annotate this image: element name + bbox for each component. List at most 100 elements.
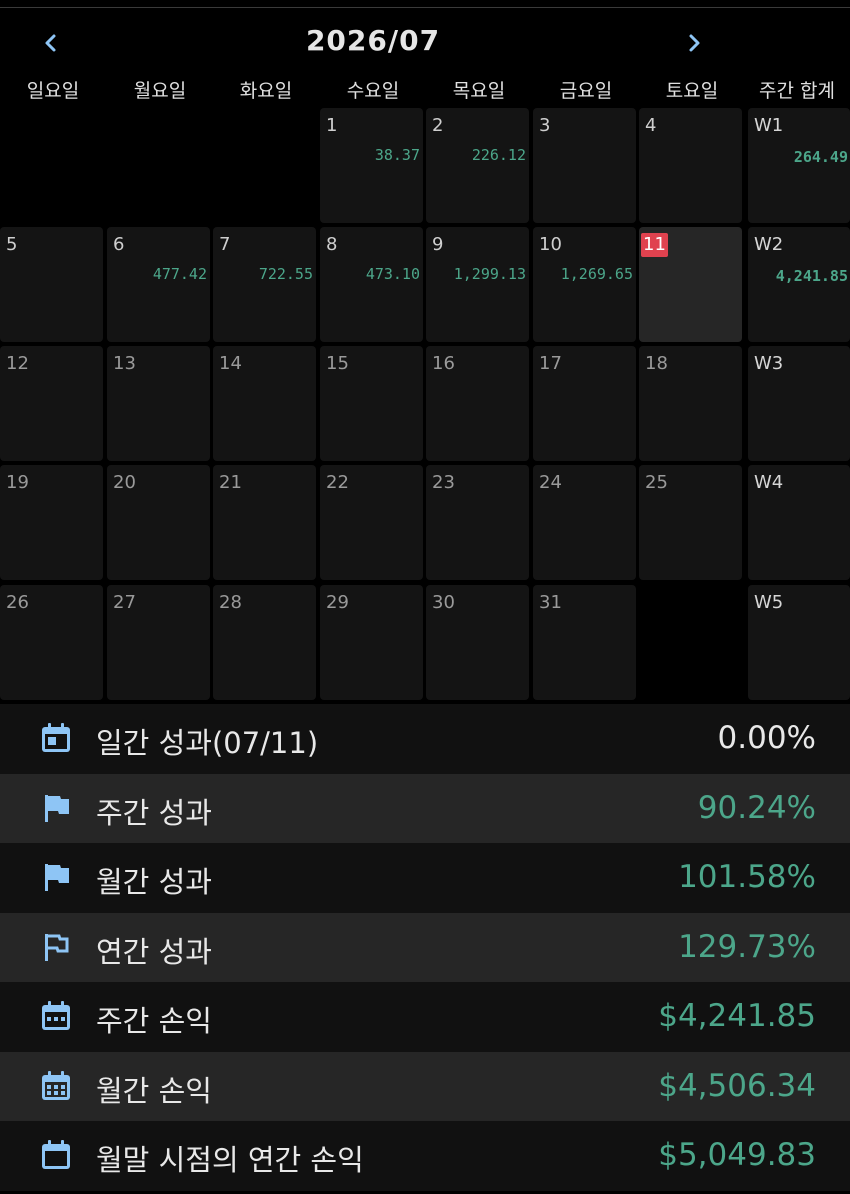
stat-row: 주간 손익 $4,241.85 [0, 982, 850, 1052]
day-number: 14 [219, 353, 242, 374]
day-cell[interactable]: 14 [213, 346, 316, 461]
week-label: W4 [754, 472, 784, 493]
stat-row: 월간 성과 101.58% [0, 843, 850, 913]
weekday-label: 일요일 [26, 80, 80, 102]
day-cell[interactable]: 30 [426, 585, 529, 700]
stat-value: 0.00% [717, 720, 816, 756]
stat-label: 주간 성과 [96, 795, 212, 830]
day-cell[interactable]: 28 [213, 585, 316, 700]
day-pnl: 226.12 [471, 146, 526, 164]
stat-row: 주간 성과 90.24% [0, 773, 850, 843]
stat-label: 연간 성과 [96, 934, 212, 969]
calendar-header: 2026/07 [0, 10, 850, 72]
day-cell[interactable]: 24 [533, 465, 636, 580]
day-number: 23 [432, 472, 455, 493]
day-cell[interactable]: 21 [213, 465, 316, 580]
calendar-month-icon [38, 1068, 74, 1104]
day-cell[interactable]: 2 226.12 [426, 108, 529, 223]
day-cell[interactable]: 8 473.10 [320, 227, 423, 342]
day-number: 25 [645, 472, 668, 493]
day-cell[interactable]: 23 [426, 465, 529, 580]
day-cell[interactable]: 17 [533, 346, 636, 461]
day-number: 19 [6, 472, 29, 493]
stat-label: 일간 성과(07/11) [96, 726, 319, 760]
day-cell[interactable]: 6 477.42 [107, 227, 210, 342]
today-badge: 11 [641, 233, 668, 257]
stat-value: 90.24% [697, 789, 816, 826]
day-cell[interactable]: 4 [639, 108, 742, 223]
week-total-cell[interactable]: W2 4,241.85 [748, 227, 850, 342]
day-cell[interactable]: 19 [0, 465, 103, 580]
next-month-button[interactable] [679, 28, 709, 58]
day-number: 22 [326, 472, 349, 493]
performance-summary: 일간 성과(07/11) 0.00% 주간 성과 90.24% 월간 성과 101.58%… [0, 704, 850, 1191]
week-label: W2 [754, 234, 784, 255]
weekday-label: 목요일 [452, 80, 506, 102]
day-number: 13 [113, 353, 136, 374]
empty-day-cell [107, 108, 210, 223]
day-pnl: 722.55 [258, 265, 313, 283]
day-number: 21 [219, 472, 242, 493]
day-number: 24 [539, 472, 562, 493]
day-pnl: 1,299.13 [453, 265, 526, 283]
day-cell[interactable]: 3 [533, 108, 636, 223]
calendar-week-icon [38, 998, 74, 1034]
day-number: 27 [113, 592, 136, 613]
day-cell[interactable]: 29 [320, 585, 423, 700]
day-cell[interactable]: 15 [320, 346, 423, 461]
day-number: 18 [645, 353, 668, 374]
day-number: 7 [219, 234, 231, 255]
day-cell[interactable]: 5 [0, 227, 103, 342]
week-total-cell[interactable]: W5 [748, 585, 850, 700]
day-cell[interactable]: 27 [107, 585, 210, 700]
week-total-cell[interactable]: W3 [748, 346, 850, 461]
flag-filled-icon [38, 859, 74, 895]
day-number: 15 [326, 353, 349, 374]
stat-label: 주간 손익 [96, 1004, 212, 1038]
day-cell[interactable]: 12 [0, 346, 103, 461]
day-cell[interactable]: 16 [426, 346, 529, 461]
day-cell[interactable]: 7 722.55 [213, 227, 316, 342]
day-cell[interactable]: 25 [639, 465, 742, 580]
day-cell[interactable]: 20 [107, 465, 210, 580]
stat-label: 월간 손익 [96, 1073, 212, 1108]
day-number: 6 [113, 234, 125, 255]
day-cell[interactable]: 9 1,299.13 [426, 227, 529, 342]
day-number: 30 [432, 592, 455, 613]
day-pnl: 473.10 [365, 265, 420, 283]
day-number: 8 [326, 234, 338, 255]
stat-row: 연간 성과 129.73% [0, 912, 850, 982]
day-number: 3 [539, 115, 551, 136]
day-cell[interactable]: 1 38.37 [320, 108, 423, 223]
weekday-label: 토요일 [665, 80, 719, 102]
day-cell[interactable]: 13 [107, 346, 210, 461]
day-cell[interactable]: 10 1,269.65 [533, 227, 636, 342]
week-total-value: 264.49 [793, 148, 848, 166]
day-cell[interactable]: 18 [639, 346, 742, 461]
empty-day-cell [213, 108, 316, 223]
week-total-cell[interactable]: W1 264.49 [748, 108, 850, 223]
weekday-weekly-total: 주간 합계 [759, 80, 835, 102]
day-number: 26 [6, 592, 29, 613]
calendar-today-icon [38, 720, 74, 756]
empty-day-cell [639, 585, 742, 700]
stat-value: 129.73% [678, 928, 816, 965]
day-cell-today[interactable]: 11 [639, 227, 742, 342]
empty-day-cell [0, 108, 103, 223]
day-cell[interactable]: 22 [320, 465, 423, 580]
day-cell[interactable]: 31 [533, 585, 636, 700]
day-number: 28 [219, 592, 242, 613]
day-number: 17 [539, 353, 562, 374]
day-number: 4 [645, 115, 657, 136]
day-cell[interactable]: 26 [0, 585, 103, 700]
flag-outline-icon [38, 929, 74, 965]
day-number: 12 [6, 353, 29, 374]
week-total-cell[interactable]: W4 [748, 465, 850, 580]
stat-value: $5,049.83 [658, 1137, 816, 1173]
week-label: W1 [754, 115, 784, 136]
month-title: 2026/07 [305, 24, 441, 57]
stat-row: 월말 시점의 연간 손익 $5,049.83 [0, 1121, 850, 1191]
day-pnl: 1,269.65 [560, 265, 633, 283]
day-number: 16 [432, 353, 455, 374]
stat-row: 월간 손익 $4,506.34 [0, 1051, 850, 1121]
